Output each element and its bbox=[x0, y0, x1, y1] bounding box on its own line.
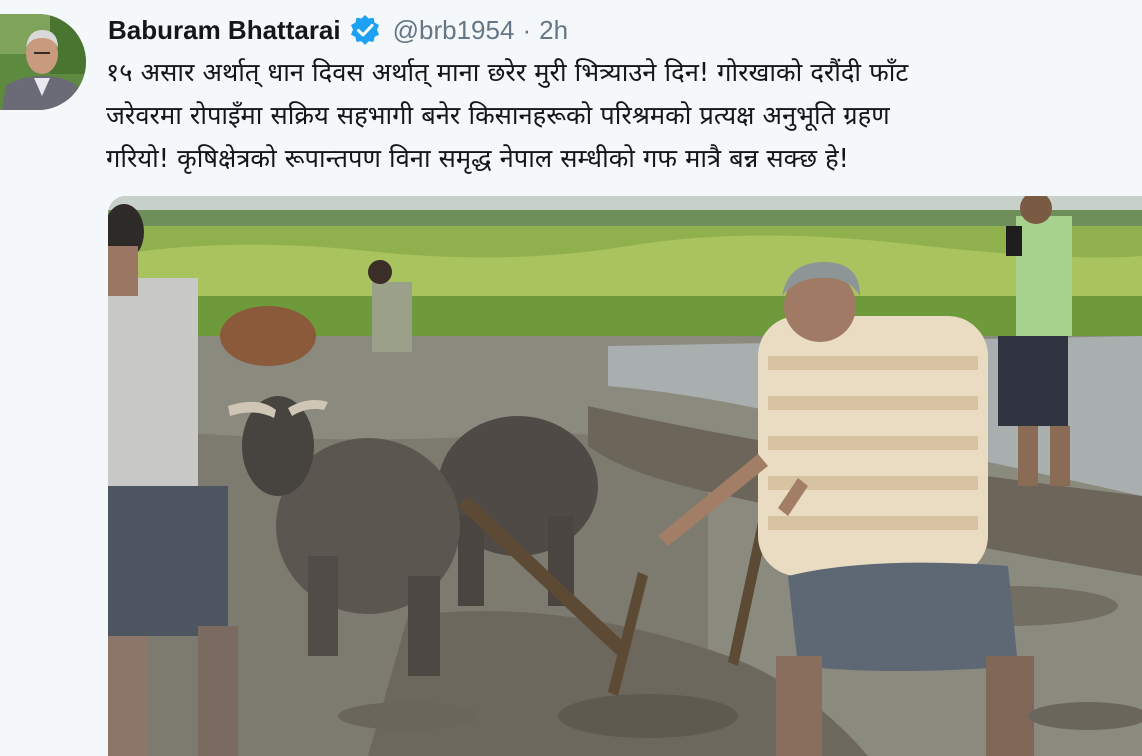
ploughing-photo-image bbox=[108, 196, 1142, 756]
tweet-header: Baburam Bhattarai @brb1954 · 2h bbox=[108, 12, 568, 48]
tweet-body: १५ असार अर्थात् धान दिवस अर्थात् माना छर… bbox=[106, 52, 1136, 181]
tweet-timestamp[interactable]: 2h bbox=[539, 15, 568, 46]
author-handle[interactable]: @brb1954 bbox=[393, 15, 515, 46]
author-name[interactable]: Baburam Bhattarai bbox=[108, 15, 341, 46]
avatar[interactable] bbox=[0, 14, 86, 110]
tweet-photo[interactable] bbox=[108, 196, 1142, 756]
tweet-text-line: १५ असार अर्थात् धान दिवस अर्थात् माना छर… bbox=[106, 58, 909, 88]
verified-badge-icon bbox=[349, 14, 381, 46]
profile-photo-icon bbox=[0, 14, 86, 110]
tweet-text-line: गरियो! कृषिक्षेत्रको रूपान्तपण विना समृद… bbox=[106, 144, 849, 174]
tweet-card[interactable]: Baburam Bhattarai @brb1954 · 2h १५ असार … bbox=[0, 0, 1142, 756]
tweet-text-line: जरेवरमा रोपाइँमा सक्रिय सहभागी बनेर किसा… bbox=[106, 101, 890, 131]
meta-separator: · bbox=[522, 14, 532, 45]
